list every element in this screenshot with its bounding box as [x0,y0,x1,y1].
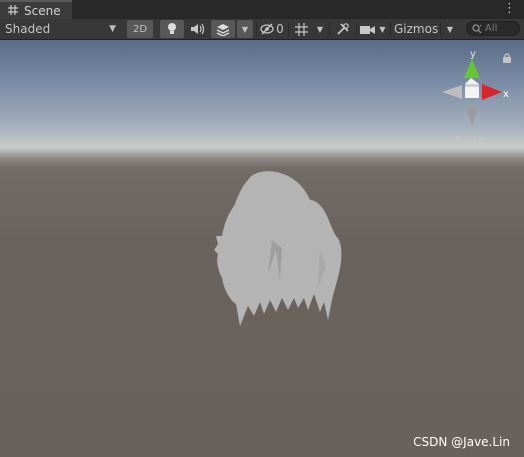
grid-toggle-button[interactable] [290,20,312,38]
grid-dropdown[interactable]: ▼ [313,20,327,38]
draw-mode-dropdown[interactable]: Shaded ▼ [2,20,120,38]
gizmo-y-label: y [470,49,476,60]
chevron-down-icon: ▼ [379,24,386,34]
chevron-down-icon: ▼ [446,24,454,34]
layers-icon [216,24,230,36]
eye-slash-icon [260,23,274,35]
gizmos-dropdown[interactable]: ▼ [442,20,458,38]
gizmos-button[interactable]: Gizmos [392,20,438,38]
toggle-2d-button[interactable]: 2D [127,20,153,38]
grid-snap-icon [294,22,308,36]
speaker-icon [191,23,204,35]
orientation-gizmo[interactable]: y x [438,48,514,144]
gizmo-center-cube-top [465,84,479,87]
toolbar-divider [288,22,289,36]
search-input[interactable]: All [466,21,520,36]
toolbar-divider [440,22,441,36]
grid-icon [8,4,18,18]
y-axis-handle[interactable] [464,59,480,78]
z-axis-handle[interactable] [465,78,479,84]
projection-label[interactable]: Persp [455,134,485,147]
watermark-text: CSDN @Jave.Lin [413,435,510,449]
neg-x-axis-handle[interactable] [442,85,462,99]
effects-toggle-button[interactable] [211,20,235,38]
toolbar-divider [390,22,391,36]
scene-toolbar: Shaded ▼ 2D ▼ 0 ▼ ▼ Gizmos ▼ All [0,19,524,40]
toolbar-divider [256,22,257,36]
tab-label: Scene [24,3,61,18]
search-placeholder: All [485,23,498,34]
gizmo-x-label: x [503,89,509,100]
more-options-icon[interactable]: ⋮ [503,2,516,16]
neg-y-axis-handle[interactable] [466,106,478,126]
search-icon [472,24,482,33]
chevron-down-icon: ▼ [316,24,324,34]
chevron-down-icon: ▼ [241,24,249,34]
hair-mesh-object[interactable] [210,170,345,332]
camera-icon [359,25,375,34]
toolbar-divider [356,22,357,36]
tools-button[interactable] [332,20,354,38]
toolbar-divider [329,22,330,36]
effects-dropdown[interactable]: ▼ [237,20,253,38]
light-bulb-icon [168,23,176,34]
audio-toggle-button[interactable] [186,20,208,38]
draw-mode-label: Shaded [5,22,51,36]
camera-settings-button[interactable] [358,20,376,38]
wrench-icon [337,23,349,35]
scene-viewport[interactable]: y x Persp CSDN @Jave.Lin [0,40,524,457]
hidden-count: 0 [276,22,284,36]
hidden-objects-toggle[interactable]: 0 [258,20,286,38]
camera-dropdown[interactable]: ▼ [376,20,389,38]
tab-scene[interactable]: Scene [0,0,72,19]
chevron-down-icon: ▼ [109,24,116,34]
x-axis-handle[interactable] [482,84,502,100]
lighting-toggle-button[interactable] [160,20,184,38]
window-tab-bar: Scene ⋮ [0,0,524,19]
